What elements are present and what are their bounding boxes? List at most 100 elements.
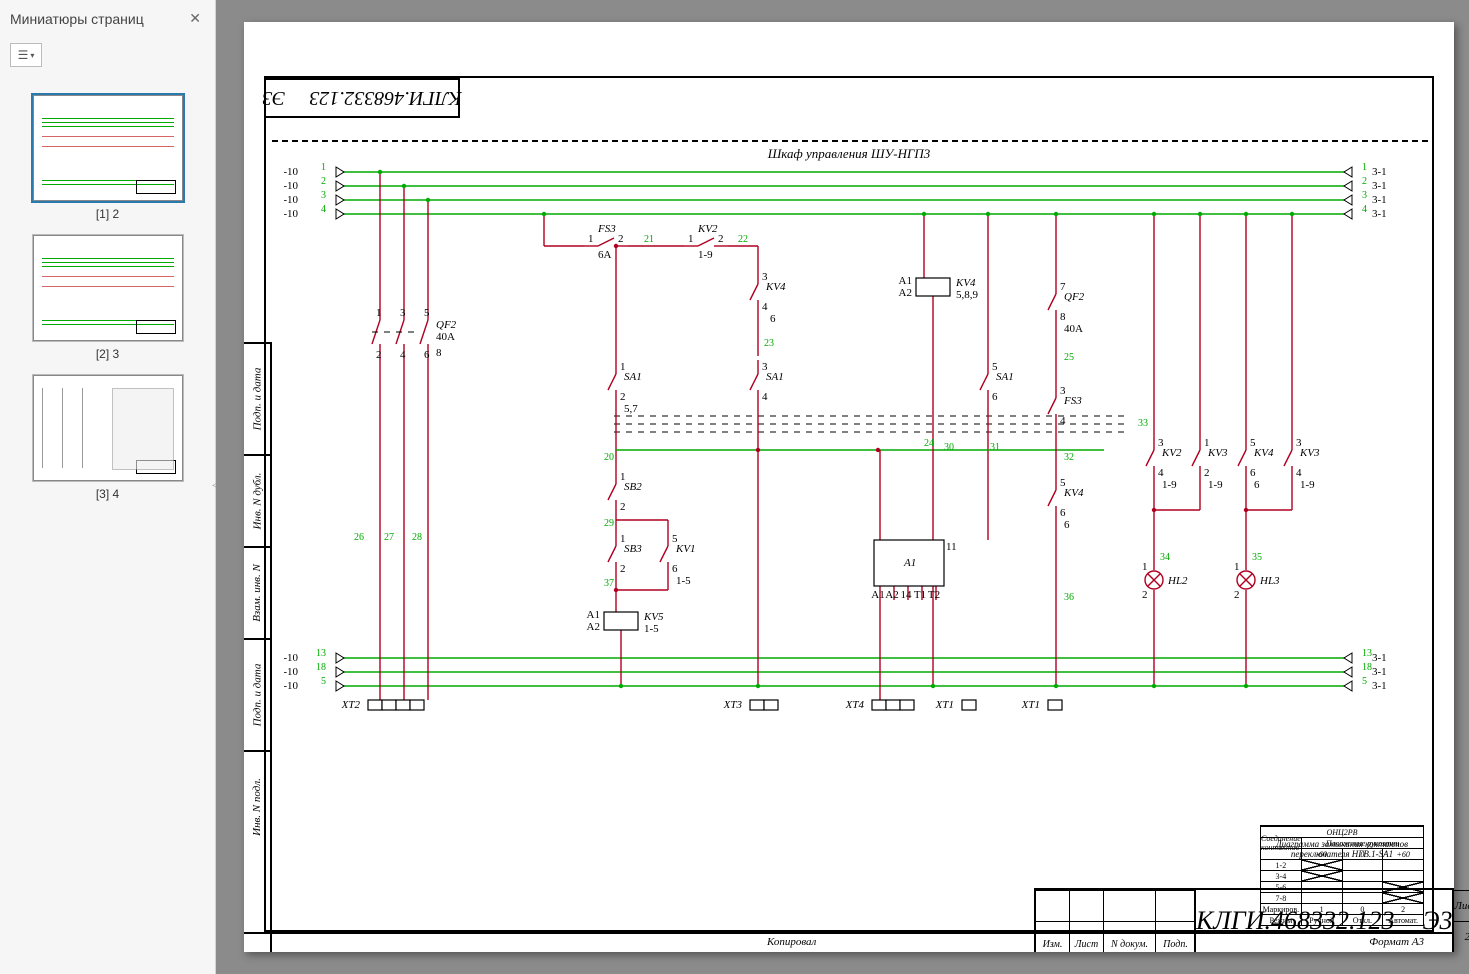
svg-text:SA1: SA1 [996,371,1014,383]
svg-text:2: 2 [1142,589,1148,601]
svg-text:36: 36 [1064,592,1074,603]
svg-text:14: 14 [901,589,913,601]
svg-text:40A: 40A [436,331,455,343]
svg-text:KV4: KV4 [1063,487,1084,499]
svg-text:6: 6 [770,313,776,325]
svg-text:3: 3 [321,190,326,201]
svg-text:6: 6 [1254,479,1260,491]
svg-text:KV3: KV3 [1207,447,1228,459]
svg-text:KV4: KV4 [765,281,786,293]
svg-text:2: 2 [1362,176,1367,187]
svg-text:4: 4 [762,301,768,313]
svg-text:25: 25 [1064,352,1074,363]
thumbnails-list: [1] 2[2] 3[3] 4 [0,77,215,974]
schematic: 12FS36A12KV21-934KV412SA15,734SA156SA112… [284,160,1404,740]
svg-text:1-9: 1-9 [1300,479,1315,491]
svg-text:XT4: XT4 [845,699,865,711]
svg-text:37: 37 [604,578,614,589]
svg-text:1: 1 [376,307,382,319]
document-viewport[interactable]: КЛГИ.468332.123 Э3 Шкаф управления ШУ-НГ… [216,0,1469,974]
thumbnail-label: [3] 4 [96,487,119,501]
svg-text:1: 1 [588,233,594,245]
svg-text:4: 4 [1362,204,1367,215]
svg-text:5: 5 [424,307,430,319]
svg-text:33: 33 [1138,418,1148,429]
svg-text:23: 23 [764,338,774,349]
tb-sheet-num: 2 [1454,921,1469,952]
svg-text:KV4: KV4 [955,277,976,289]
thumbnails-options-button[interactable]: ☰▾ [10,43,42,67]
svg-text:8: 8 [436,347,442,359]
svg-text:KV3: KV3 [1299,447,1320,459]
svg-text:3-1: 3-1 [1372,194,1387,206]
svg-text:3-1: 3-1 [1372,652,1387,664]
rev-cell: Инв. N подл. [244,750,270,862]
svg-text:26: 26 [354,532,364,543]
svg-text:20: 20 [604,452,614,463]
svg-text:1-10: 1-10 [284,194,298,206]
thumbnail[interactable] [33,235,183,341]
svg-text:A2: A2 [899,287,912,299]
thumbnail[interactable] [33,375,183,481]
svg-text:5,8,9: 5,8,9 [956,289,979,301]
svg-text:1: 1 [1234,561,1240,573]
footer-row: Копировал Формат А3 [244,932,1454,952]
svg-text:2: 2 [718,233,724,245]
thumbnail[interactable] [33,95,183,201]
svg-text:1: 1 [1362,162,1367,173]
svg-text:KV4: KV4 [1253,447,1274,459]
svg-text:31: 31 [990,442,1000,453]
rev-cell: Инв. N дубл. [244,454,270,546]
rev-cell: Подп. и дата [244,342,270,454]
svg-text:FS3: FS3 [597,223,616,235]
svg-text:1-10: 1-10 [284,180,298,192]
thumbnails-panel: Миниатюры страниц ✕ ☰▾ [1] 2[2] 3[3] 4 [0,0,216,974]
svg-text:2: 2 [376,349,382,361]
svg-text:4: 4 [1158,467,1164,479]
svg-text:T2: T2 [928,589,940,601]
svg-text:6: 6 [1064,519,1070,531]
svg-text:A2: A2 [885,589,898,601]
svg-text:A1: A1 [587,609,600,621]
svg-text:KV5: KV5 [643,611,664,623]
svg-text:28: 28 [412,532,422,543]
svg-text:27: 27 [384,532,394,543]
svg-text:35: 35 [1252,552,1262,563]
svg-text:SA1: SA1 [624,371,642,383]
svg-text:6: 6 [424,349,430,361]
svg-text:2: 2 [620,501,626,513]
svg-text:30: 30 [944,442,954,453]
svg-text:1: 1 [1142,561,1148,573]
svg-text:XT3: XT3 [723,699,743,711]
svg-text:1-10: 1-10 [284,666,298,678]
svg-text:1-9: 1-9 [1208,479,1223,491]
svg-text:XT2: XT2 [341,699,361,711]
svg-text:5: 5 [1362,676,1367,687]
svg-text:T1: T1 [914,589,926,601]
svg-text:2: 2 [321,176,326,187]
svg-text:1-10: 1-10 [284,166,298,178]
svg-text:2: 2 [1204,467,1210,479]
tb-sheet-label: Лист [1454,890,1469,921]
svg-text:34: 34 [1160,552,1170,563]
svg-text:QF2: QF2 [1064,291,1085,303]
revision-strip: Подп. и датаИнв. N дубл.Взам. инв. NПодп… [244,342,272,952]
page: КЛГИ.468332.123 Э3 Шкаф управления ШУ-НГ… [244,22,1454,952]
svg-text:1-10: 1-10 [284,680,298,692]
svg-text:6: 6 [1060,507,1066,519]
svg-text:FS3: FS3 [1063,395,1082,407]
svg-text:3-1: 3-1 [1372,666,1387,678]
svg-text:5: 5 [321,676,326,687]
close-panel-button[interactable]: ✕ [185,6,205,31]
svg-text:1: 1 [688,233,694,245]
svg-text:24: 24 [924,438,934,449]
rev-cell: Подп. и дата [244,638,270,750]
svg-text:2: 2 [620,563,626,575]
svg-text:XT1: XT1 [935,699,954,711]
svg-text:3-1: 3-1 [1372,208,1387,220]
svg-text:1: 1 [321,162,326,173]
svg-text:18: 18 [1362,662,1372,673]
svg-text:6: 6 [1250,467,1256,479]
svg-text:4: 4 [1296,467,1302,479]
svg-text:A2: A2 [587,621,600,633]
